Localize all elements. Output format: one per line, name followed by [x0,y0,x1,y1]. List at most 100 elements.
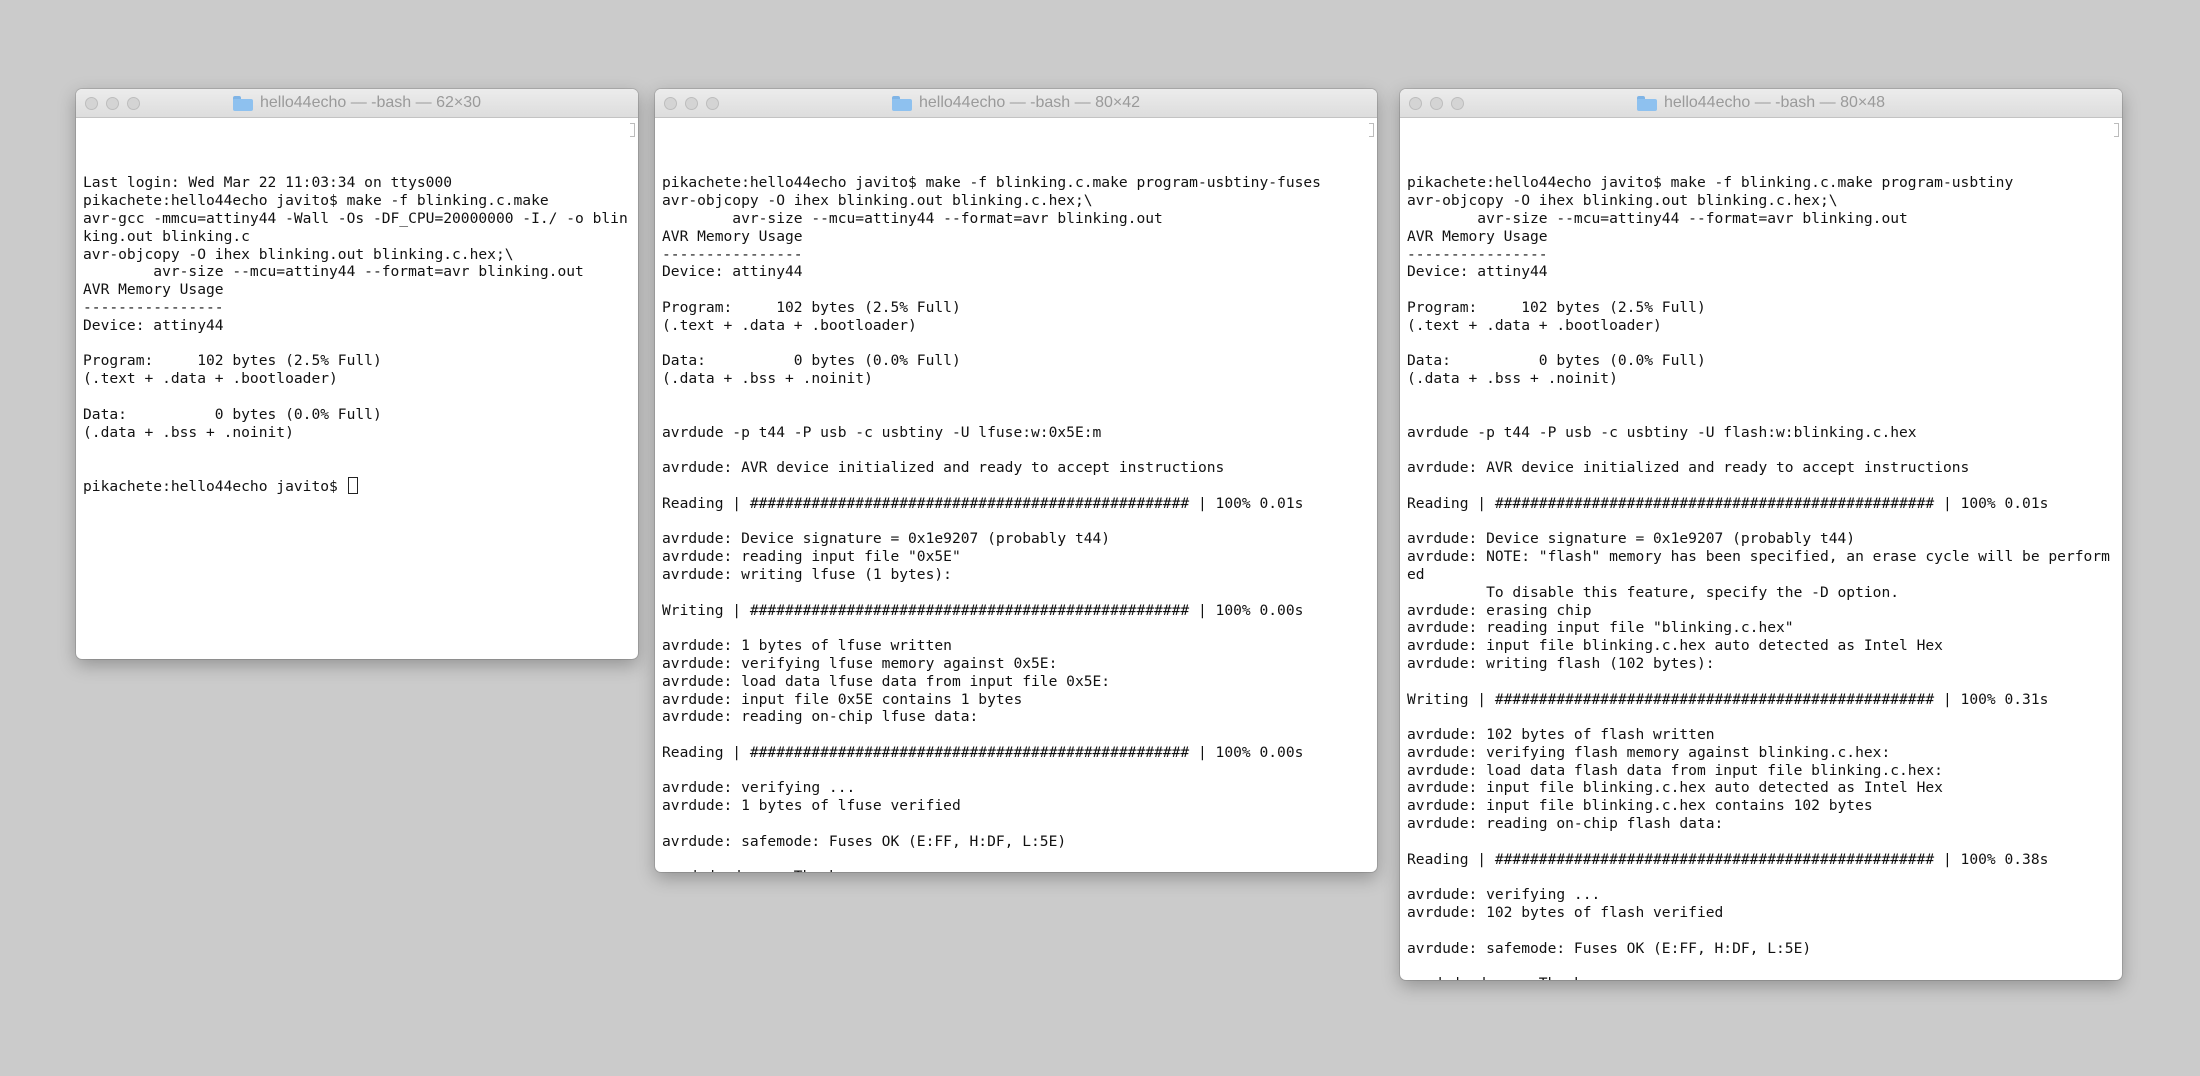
terminal-line: avr-objcopy -O ihex blinking.out blinkin… [662,192,1093,210]
prompt-line[interactable]: pikachete:hello44echo javito$ [83,476,633,496]
terminal-line: avrdude -p t44 -P usb -c usbtiny -U flas… [1407,423,1917,441]
terminal-line: avr-objcopy -O ihex blinking.out blinkin… [1407,192,1838,210]
window-titlebar[interactable]: hello44echo — -bash — 80×48 [1400,89,2122,118]
terminal-line: Reading | ##############################… [1407,850,2049,868]
terminal-line: avrdude: reading on-chip lfuse data: [662,708,979,726]
terminal-line: To disable this feature, specify the -D … [1407,583,1900,601]
terminal-line: Writing | ##############################… [662,601,1304,619]
terminal-line: ---------------- [1407,245,1548,263]
window-title-text: hello44echo — -bash — 80×48 [1663,94,1886,111]
terminal-line: Data: 0 bytes (0.0% Full) [1407,352,1706,370]
terminal-line: avr-objcopy -O ihex blinking.out blinkin… [83,245,514,263]
terminal-line: avr-gcc -mmcu=attiny44 -Wall -Os -DF_CPU… [83,209,628,227]
terminal-line: avrdude: input file blinking.c.hex auto … [1407,637,1943,655]
terminal-line: Device: attiny44 [83,316,224,334]
terminal-line: avr-size --mcu=attiny44 --format=avr bli… [83,263,584,281]
terminal-line: avrdude -p t44 -P usb -c usbtiny -U lfus… [662,423,1102,441]
zoom-button[interactable] [1451,97,1464,110]
terminal-line: avrdude: NOTE: "flash" memory has been s… [1407,548,2110,566]
terminal-line: avr-size --mcu=attiny44 --format=avr bli… [662,209,1163,227]
terminal-line: avrdude: AVR device initialized and read… [662,459,1225,477]
minimize-button[interactable] [1430,97,1443,110]
close-button[interactable] [1409,97,1422,110]
terminal-line: avrdude: verifying ... [662,779,856,797]
close-button[interactable] [85,97,98,110]
terminal-line: avrdude: reading input file "blinking.c.… [1407,619,1794,637]
zoom-button[interactable] [706,97,719,110]
traffic-lights [85,97,140,110]
terminal-line: avrdude: input file blinking.c.hex auto … [1407,779,1943,797]
terminal-line: Device: attiny44 [662,263,803,281]
minimize-button[interactable] [685,97,698,110]
folder-icon [891,95,912,111]
terminal-window-2[interactable]: hello44echo — -bash — 80×42 pikachete:he… [655,89,1377,872]
terminal-line: Program: 102 bytes (2.5% Full) [83,352,382,370]
terminal-line: avrdude: verifying flash memory against … [1407,743,1891,761]
terminal-line: avrdude: 102 bytes of flash written [1407,726,1715,744]
terminal-line: avrdude: load data lfuse data from input… [662,672,1111,690]
terminal-line: king.out blinking.c [83,227,250,245]
window-title: hello44echo — -bash — 80×42 [891,94,1141,112]
window-titlebar[interactable]: hello44echo — -bash — 80×42 [655,89,1377,118]
terminal-window-1[interactable]: hello44echo — -bash — 62×30 Last login: … [76,89,638,659]
terminal-output[interactable]: Last login: Wed Mar 22 11:03:34 on ttys0… [76,118,638,496]
traffic-lights [664,97,719,110]
terminal-output[interactable]: pikachete:hello44echo javito$ make -f bl… [655,118,1377,872]
terminal-line: avrdude: load data flash data from input… [1407,761,1943,779]
terminal-window-3[interactable]: hello44echo — -bash — 80×48 pikachete:he… [1400,89,2122,980]
terminal-line: avrdude: verifying ... [1407,886,1601,904]
terminal-line: avrdude: verifying lfuse memory against … [662,654,1058,672]
folder-icon [1636,95,1657,111]
terminal-line: (.text + .data + .bootloader) [1407,316,1662,334]
minimize-button[interactable] [106,97,119,110]
window-title: hello44echo — -bash — 80×48 [1636,94,1886,112]
window-title-text: hello44echo — -bash — 80×42 [918,94,1141,111]
terminal-line: Writing | ##############################… [1407,690,2049,708]
terminal-line: avrdude: Device signature = 0x1e9207 (pr… [1407,530,1856,548]
terminal-output[interactable]: pikachete:hello44echo javito$ make -f bl… [1400,118,2122,980]
terminal-line: avrdude: safemode: Fuses OK (E:FF, H:DF,… [1407,939,1812,957]
terminal-line: Device: attiny44 [1407,263,1548,281]
terminal-line: Program: 102 bytes (2.5% Full) [662,298,961,316]
terminal-line: avrdude done. Thank you. [1407,975,2117,980]
zoom-button[interactable] [127,97,140,110]
terminal-line: Reading | ##############################… [662,743,1304,761]
terminal-line: ---------------- [662,245,803,263]
terminal-line: (.text + .data + .bootloader) [662,316,917,334]
terminal-line: avrdude: erasing chip [1407,601,1592,619]
terminal-line: ed [1407,565,1425,583]
terminal-line: avrdude: writing flash (102 bytes): [1407,654,1715,672]
close-button[interactable] [664,97,677,110]
terminal-line: avrdude: reading on-chip flash data: [1407,815,1724,833]
window-titlebar[interactable]: hello44echo — -bash — 62×30 [76,89,638,118]
terminal-line: avrdude: AVR device initialized and read… [1407,459,1970,477]
terminal-line: Reading | ##############################… [1407,494,2049,512]
scroll-indicator [2114,123,2119,137]
folder-icon [232,95,253,111]
window-title: hello44echo — -bash — 62×30 [232,94,481,112]
terminal-line: pikachete:hello44echo javito$ make -f bl… [1407,174,2014,192]
terminal-line: (.text + .data + .bootloader) [83,370,338,388]
terminal-line: avrdude: Device signature = 0x1e9207 (pr… [662,530,1111,548]
terminal-line: Program: 102 bytes (2.5% Full) [1407,298,1706,316]
scroll-indicator [1369,123,1374,137]
terminal-line: Reading | ##############################… [662,494,1304,512]
scroll-indicator [630,123,635,137]
